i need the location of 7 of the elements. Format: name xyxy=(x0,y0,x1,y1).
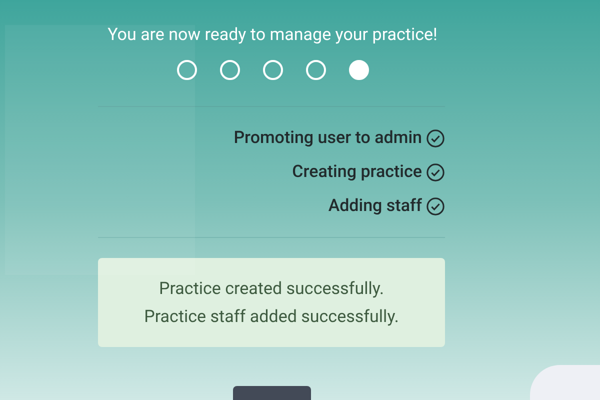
step-label: Creating practice xyxy=(292,161,422,183)
alert-message: Practice created successfully. xyxy=(159,278,384,300)
step-label: Adding staff xyxy=(328,195,422,217)
photo-placeholder xyxy=(530,365,600,400)
alert-message: Practice staff added successfully. xyxy=(144,306,399,328)
subtitle: You are now ready to manage your practice! xyxy=(108,24,438,46)
step-label: Promoting user to admin xyxy=(234,127,422,149)
